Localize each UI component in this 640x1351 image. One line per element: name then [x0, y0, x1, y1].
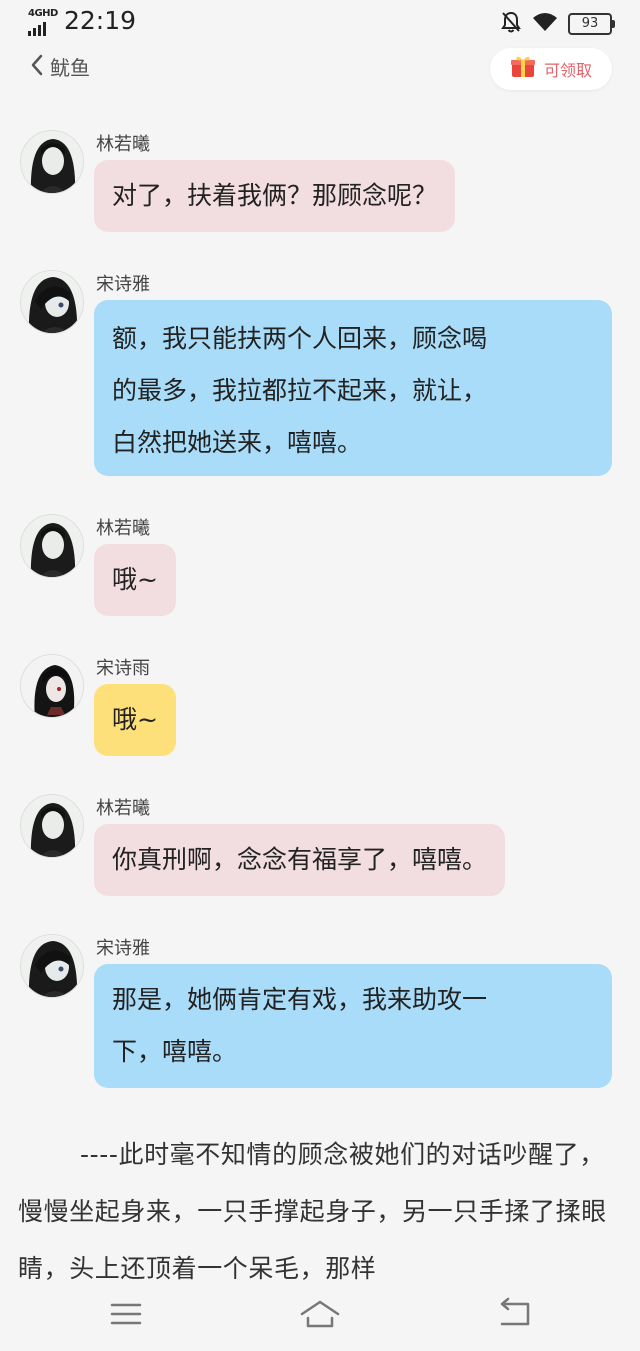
- message-line: 额，我只能扶两个人回来，顾念喝: [112, 324, 488, 353]
- message-bubble[interactable]: 哦~: [94, 684, 176, 756]
- avatar[interactable]: [20, 514, 84, 578]
- message-line: 下，嘻嘻。: [112, 1037, 238, 1066]
- message-line: 那是，她俩肯定有戏，我来助攻一: [112, 985, 488, 1014]
- sender-name: 林若曦: [96, 518, 150, 539]
- narration-text: ----此时毫不知情的顾念被她们的对话吵醒了，慢慢坐起身来，一只手撑起身子，另一…: [18, 1140, 607, 1283]
- claim-label: 可领取: [543, 61, 592, 80]
- message-bubble[interactable]: 哦~: [94, 544, 176, 616]
- message-line: 白然把她送来，嘻嘻。: [112, 428, 363, 457]
- gift-icon: [510, 55, 536, 83]
- top-nav: 鱿鱼 可领取: [0, 44, 640, 94]
- battery-icon: 93: [568, 13, 615, 35]
- avatar[interactable]: [20, 934, 84, 998]
- avatar[interactable]: [20, 270, 84, 334]
- avatar[interactable]: [20, 130, 84, 194]
- message-bubble[interactable]: 额，我只能扶两个人回来，顾念喝 的最多，我拉都拉不起来，就让， 白然把她送来，嘻…: [94, 300, 612, 476]
- sender-name: 宋诗雅: [96, 274, 150, 295]
- status-bar: 4GHD 22:19 93: [0, 0, 640, 44]
- sender-name: 宋诗雅: [96, 938, 150, 959]
- menu-icon[interactable]: [104, 1296, 148, 1332]
- avatar[interactable]: [20, 654, 84, 718]
- sender-name: 林若曦: [96, 798, 150, 819]
- signal-icon: 4GHD: [28, 8, 60, 36]
- message-line: 的最多，我拉都拉不起来，就让，: [112, 376, 488, 405]
- message-bubble[interactable]: 你真刑啊，念念有福享了，嘻嘻。: [94, 824, 506, 896]
- page-title: 鱿鱼: [50, 56, 90, 80]
- chevron-left-icon: [30, 53, 44, 81]
- battery-level: 93: [581, 16, 599, 31]
- avatar[interactable]: [20, 794, 84, 858]
- claim-reward-button[interactable]: 可领取: [490, 48, 612, 90]
- sender-name: 宋诗雨: [96, 658, 150, 679]
- return-icon[interactable]: [494, 1296, 538, 1332]
- network-type: 4GHD: [28, 8, 58, 19]
- wifi-icon: [532, 12, 558, 36]
- status-time: 22:19: [64, 6, 137, 35]
- home-icon[interactable]: [298, 1296, 342, 1332]
- bell-off-icon: [500, 10, 522, 38]
- back-button[interactable]: 鱿鱼: [30, 52, 90, 81]
- message-bubble[interactable]: 对了，扶着我俩？那顾念呢？: [94, 160, 456, 232]
- message-bubble[interactable]: 那是，她俩肯定有戏，我来助攻一 下，嘻嘻。: [94, 964, 612, 1088]
- system-nav-bar: [0, 1280, 640, 1351]
- sender-name: 林若曦: [96, 134, 150, 155]
